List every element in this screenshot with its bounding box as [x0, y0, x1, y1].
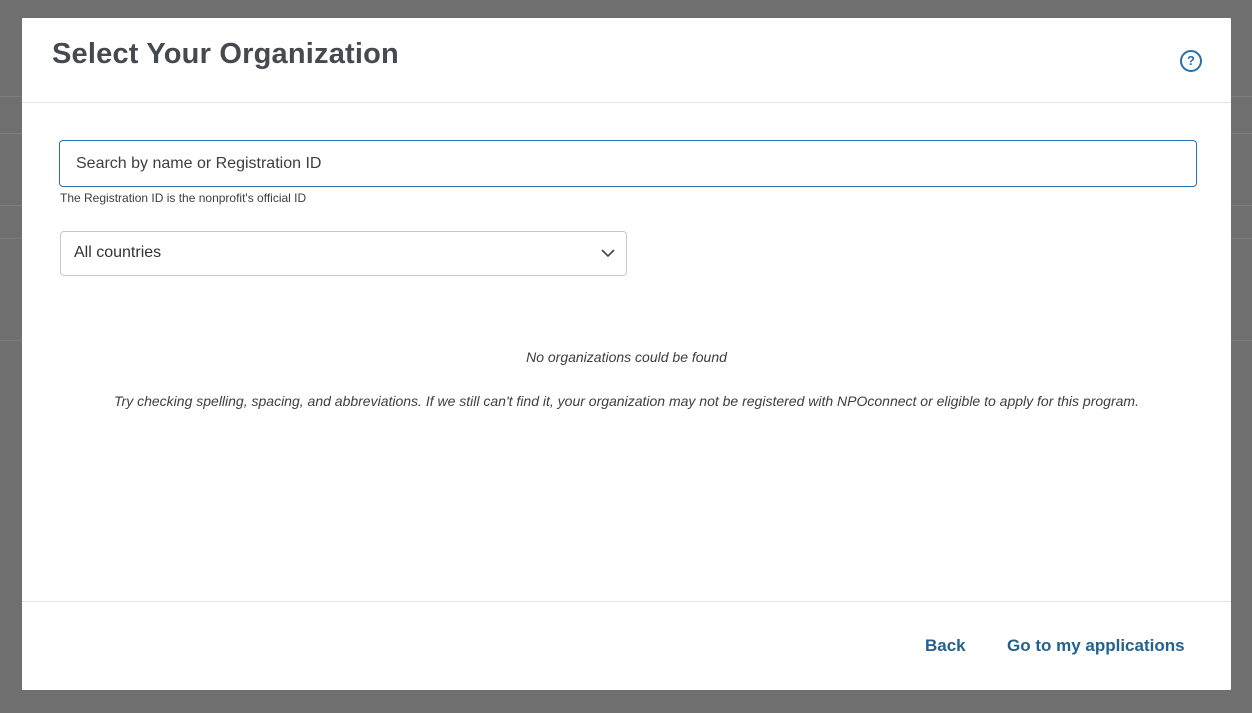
empty-state-title: No organizations could be found	[526, 349, 727, 365]
go-to-applications-button[interactable]: Go to my applications	[1007, 636, 1185, 656]
country-select[interactable]: All countries	[60, 231, 627, 276]
country-select-value: All countries	[74, 244, 162, 261]
back-button[interactable]: Back	[925, 636, 966, 656]
search-input[interactable]	[59, 140, 1197, 187]
select-organization-dialog: Select Your Organization ? The Registrat…	[22, 18, 1231, 690]
empty-state-description: Try checking spelling, spacing, and abbr…	[114, 393, 1139, 409]
help-icon[interactable]: ?	[1180, 50, 1202, 72]
dialog-footer: Back Go to my applications	[22, 601, 1231, 691]
dialog-header: Select Your Organization ?	[22, 18, 1231, 103]
chevron-down-icon	[601, 249, 615, 258]
dialog-title: Select Your Organization	[52, 38, 399, 70]
search-helper-text: The Registration ID is the nonprofit's o…	[60, 191, 307, 205]
